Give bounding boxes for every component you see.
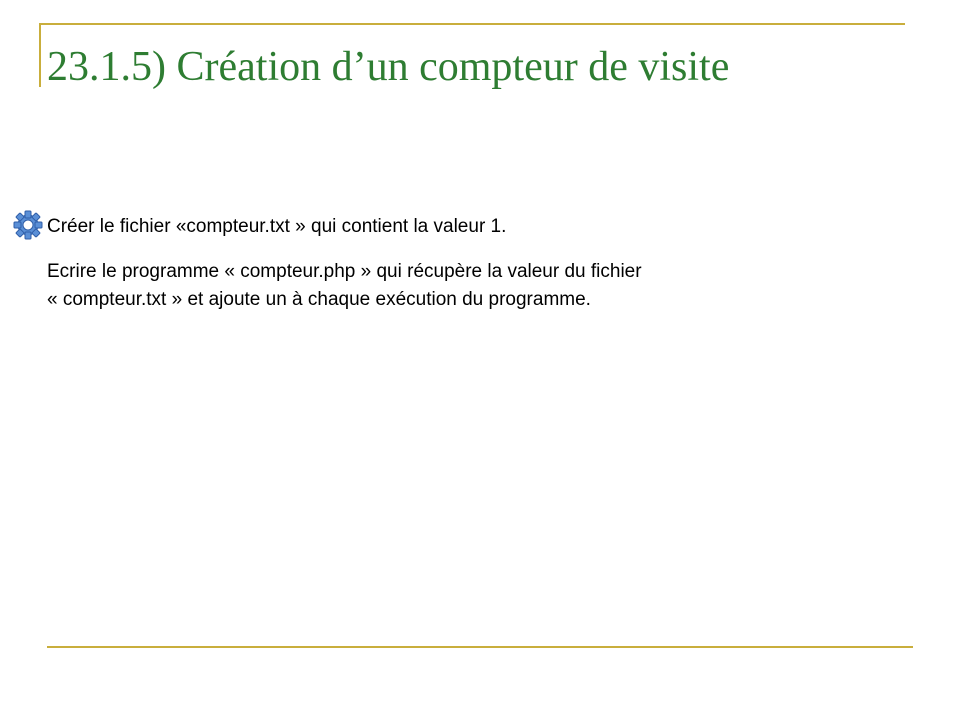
instruction-write-program-line-2: « compteur.txt » et ajoute un à chaque e…	[47, 289, 591, 310]
instruction-create-file: Créer le fichier «compteur.txt » qui con…	[47, 216, 507, 237]
instruction-write-program: Ecrire le programme « compteur.php » qui…	[47, 258, 867, 314]
slide-title: 23.1.5) Création d’un compteur de visite	[47, 44, 730, 90]
top-divider	[40, 23, 905, 25]
instruction-write-program-line-1: Ecrire le programme « compteur.php » qui…	[47, 261, 642, 282]
gear-icon	[13, 210, 43, 240]
bottom-divider	[47, 646, 913, 648]
slide: 23.1.5) Création d’un compteur de visite…	[0, 0, 960, 720]
left-accent-divider	[39, 23, 41, 87]
